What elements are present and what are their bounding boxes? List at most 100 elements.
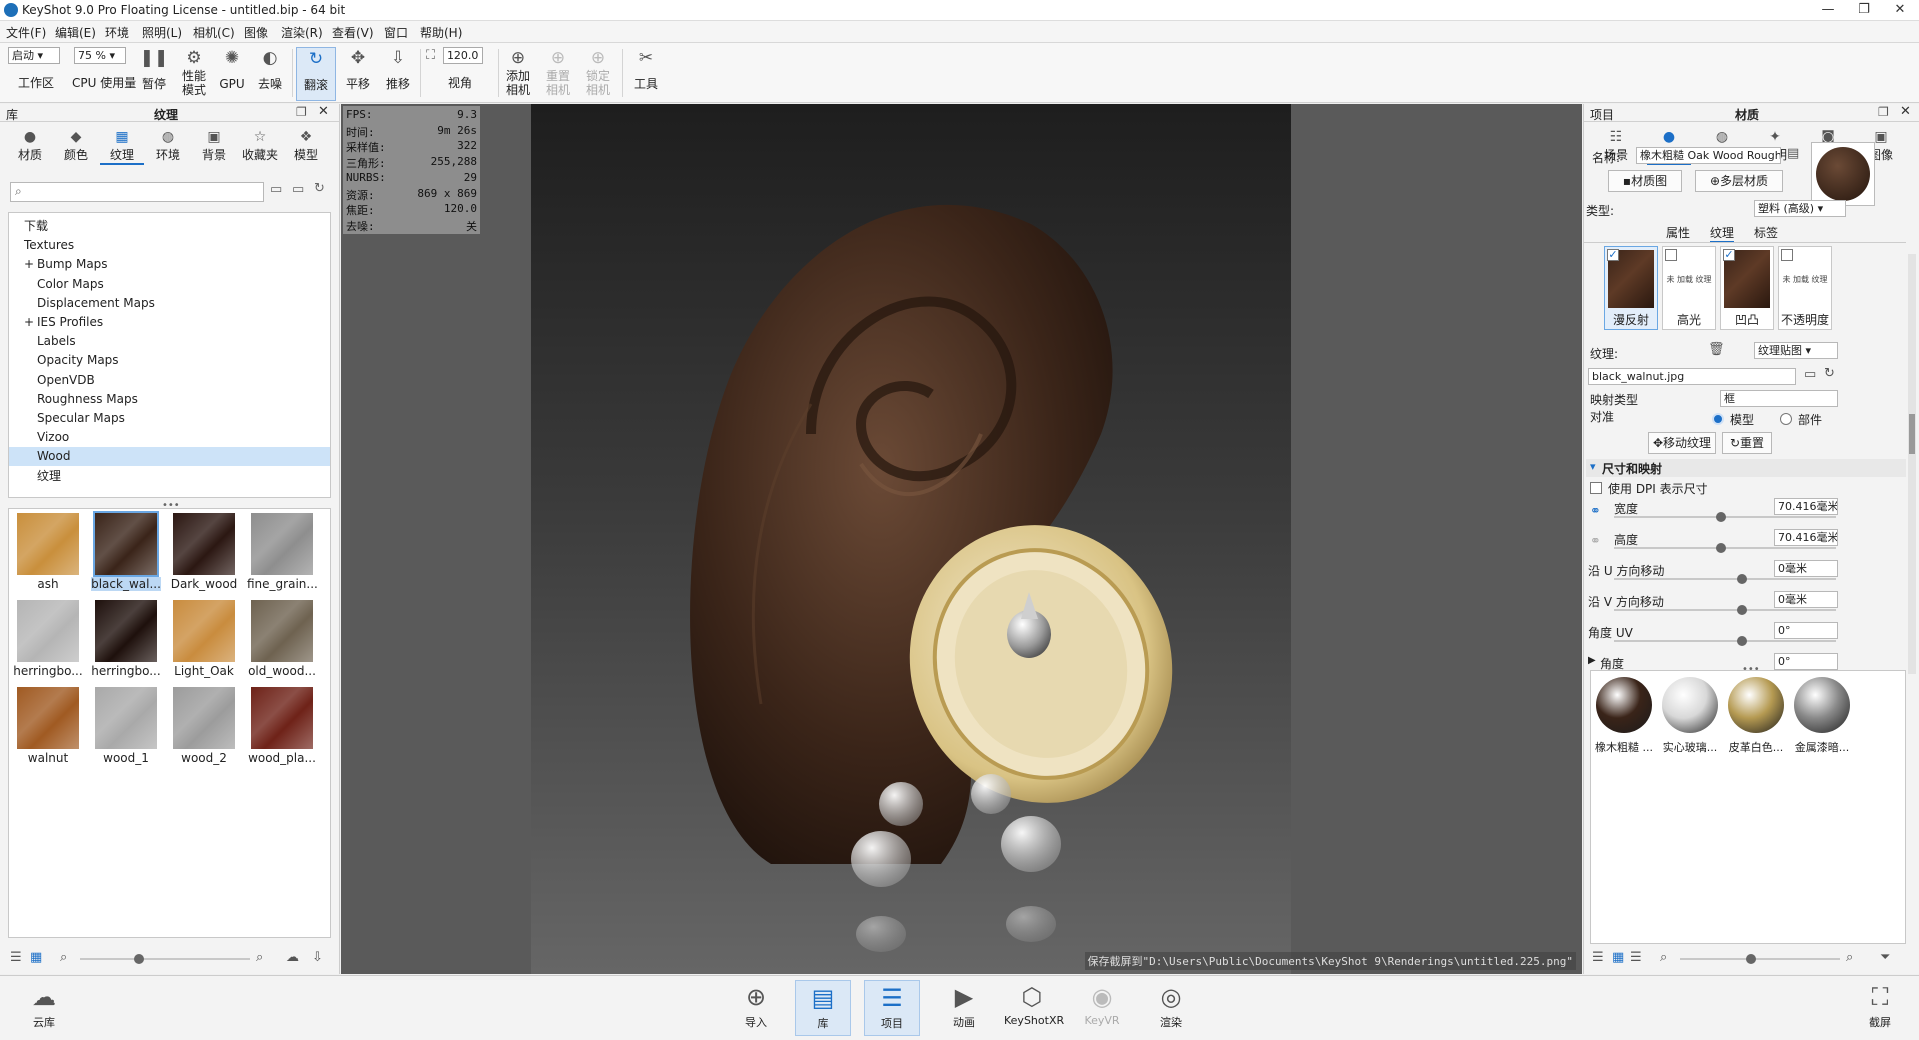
menu-camera[interactable]: 相机(C) xyxy=(193,24,235,41)
download-icon[interactable]: ⇩ xyxy=(312,950,323,965)
mapping-type-select[interactable]: 框 xyxy=(1720,390,1838,407)
subtab-textures[interactable]: 纹理 xyxy=(1710,224,1735,243)
angle-expand-icon[interactable]: ▶ xyxy=(1588,655,1596,666)
menu-help[interactable]: 帮助(H) xyxy=(420,24,462,41)
upload-icon[interactable]: ☁ xyxy=(286,950,299,965)
texture-thumbnail[interactable]: fine_grain... xyxy=(247,511,317,596)
tree-item[interactable]: Labels xyxy=(9,332,330,351)
texture-thumbnail[interactable]: herringbo... xyxy=(91,598,161,683)
texture-slot-checkbox[interactable]: ✓ xyxy=(1607,249,1619,261)
tools-button[interactable]: ✂ 工具 xyxy=(626,47,666,101)
texture-slot-checkbox[interactable]: ✓ xyxy=(1723,249,1735,261)
align-part-radio[interactable] xyxy=(1780,413,1792,425)
move-texture-button[interactable]: ✥移动纹理 xyxy=(1648,432,1716,454)
pause-button[interactable]: ❚❚ 暂停 xyxy=(134,47,174,101)
fov-input[interactable]: 120.0 xyxy=(442,47,483,64)
texture-type-select[interactable]: 纹理贴图 ▾ xyxy=(1754,342,1838,359)
zoom-in-icon[interactable]: ⌕ xyxy=(256,950,263,965)
cloud-library-button[interactable]: ☁ 云库 xyxy=(16,980,72,1036)
texture-thumbnail[interactable]: Light_Oak xyxy=(169,598,239,683)
use-dpi-checkbox[interactable] xyxy=(1590,482,1602,494)
folder-add-icon[interactable]: ▭ xyxy=(270,182,282,197)
tab-models[interactable]: ❖ 模型 xyxy=(284,128,328,163)
menu-window[interactable]: 窗口 xyxy=(384,24,408,41)
tab-backgrounds[interactable]: ▣ 背景 xyxy=(192,128,236,163)
tree-item[interactable]: Textures xyxy=(9,236,330,255)
height-slider[interactable] xyxy=(1614,543,1836,553)
tree-item[interactable]: Vizoo xyxy=(9,428,330,447)
subtab-labels[interactable]: 标签 xyxy=(1754,224,1778,241)
performance-mode-button[interactable]: ⚙ 性能 模式 xyxy=(174,47,214,101)
filter-icon[interactable]: ⏷ xyxy=(1880,950,1890,965)
workspace-select[interactable]: 启动 ▾ xyxy=(8,47,60,64)
tree-item[interactable]: + Bump Maps xyxy=(9,255,330,274)
texture-slot[interactable]: ✓ 凹凸 xyxy=(1720,246,1774,330)
menu-view[interactable]: 查看(V) xyxy=(332,24,374,41)
thumbnail-size-slider[interactable] xyxy=(80,954,250,964)
import-button[interactable]: ⊕ 导入 xyxy=(728,980,784,1036)
menu-render[interactable]: 渲染(R) xyxy=(281,24,323,41)
reset-texture-button[interactable]: ↻重置 xyxy=(1722,432,1772,454)
tree-item[interactable]: OpenVDB xyxy=(9,371,330,390)
tree-item[interactable]: Displacement Maps xyxy=(9,294,330,313)
texture-thumbnail[interactable]: old_wood... xyxy=(247,598,317,683)
uv-angle-slider[interactable] xyxy=(1614,636,1836,646)
slider-knob[interactable] xyxy=(134,954,144,964)
menu-image[interactable]: 图像 xyxy=(244,24,268,41)
shift-v-slider[interactable] xyxy=(1614,605,1836,615)
restore-button[interactable]: ❐ xyxy=(1846,0,1882,20)
animation-button[interactable]: ▶ 动画 xyxy=(936,980,992,1036)
material-size-slider[interactable] xyxy=(1680,954,1840,964)
tree-item[interactable]: Specular Maps xyxy=(9,409,330,428)
texture-thumbnail[interactable]: ash xyxy=(13,511,83,596)
height-input[interactable]: 70.416毫米 xyxy=(1774,529,1838,546)
close-button[interactable]: ✕ xyxy=(1882,0,1918,20)
tree-item[interactable]: Wood xyxy=(9,447,330,467)
gpu-button[interactable]: ✺ GPU xyxy=(212,47,252,101)
keyshotxr-button[interactable]: ⬡ KeyShotXR xyxy=(1004,980,1064,1036)
unlink-icon[interactable]: ⚭ xyxy=(1590,534,1601,549)
close-panel-icon[interactable]: ✕ xyxy=(1900,104,1911,119)
shift-u-slider[interactable] xyxy=(1614,574,1836,584)
lock-camera-button[interactable]: ⊕ 锁定 相机 xyxy=(578,47,618,101)
properties-scrollbar[interactable] xyxy=(1908,254,1916,674)
width-input[interactable]: 70.416毫米 xyxy=(1774,498,1838,515)
slider-knob[interactable] xyxy=(1737,605,1747,615)
multi-material-button[interactable]: ⊕多层材质 xyxy=(1695,170,1783,192)
keyvr-button[interactable]: ◉ KeyVR xyxy=(1074,980,1130,1036)
menu-lighting[interactable]: 照明(L) xyxy=(142,24,182,41)
pan-button[interactable]: ✥ 平移 xyxy=(338,47,378,101)
texture-thumbnail[interactable]: Dark_wood xyxy=(169,511,239,596)
zoom-in-icon[interactable]: ⌕ xyxy=(1846,950,1853,965)
library-search-input[interactable]: ⌕ xyxy=(10,182,264,202)
texture-file-input[interactable]: black_walnut.jpg xyxy=(1588,368,1796,385)
material-name-input[interactable]: 橡木粗糙 Oak Wood Rough xyxy=(1636,147,1781,164)
material-thumbnail[interactable]: 橡木粗糙 ... xyxy=(1593,675,1655,765)
tab-materials[interactable]: ● 材质 xyxy=(8,128,52,163)
cpu-usage-select[interactable]: 75 % ▾ xyxy=(74,47,126,64)
size-mapping-section[interactable]: ▾ 尺寸和映射 xyxy=(1586,459,1906,477)
align-model-radio[interactable] xyxy=(1712,413,1724,425)
tree-item[interactable]: + IES Profiles xyxy=(9,313,330,332)
slider-knob[interactable] xyxy=(1746,954,1756,964)
denoise-button[interactable]: ◐ 去噪 xyxy=(250,47,290,101)
menu-edit[interactable]: 编辑(E) xyxy=(55,24,96,41)
minimize-button[interactable]: — xyxy=(1810,0,1846,20)
grid-view-icon[interactable]: ▦ xyxy=(30,950,42,965)
menu-file[interactable]: 文件(F) xyxy=(6,24,46,41)
list-view-icon[interactable]: ☰ xyxy=(10,950,22,965)
scrollbar-thumb[interactable] xyxy=(1909,414,1915,454)
screenshot-button[interactable]: ⛶ 截屏 xyxy=(1852,980,1908,1036)
dolly-button[interactable]: ⇩ 推移 xyxy=(378,47,418,101)
shift-v-input[interactable]: 0毫米 xyxy=(1774,591,1838,608)
tree-item[interactable]: 纹理 xyxy=(9,467,330,486)
shift-u-input[interactable]: 0毫米 xyxy=(1774,560,1838,577)
subtab-properties[interactable]: 属性 xyxy=(1666,224,1690,241)
list-detail-icon[interactable]: ☰ xyxy=(1630,950,1642,965)
tab-colors[interactable]: ◆ 颜色 xyxy=(54,128,98,163)
texture-thumbnail[interactable]: wood_2 xyxy=(169,685,239,770)
tree-item[interactable]: 下载 xyxy=(9,217,330,236)
grid-view-icon[interactable]: ▦ xyxy=(1612,950,1624,965)
folder-open-icon[interactable]: ▭ xyxy=(292,182,304,197)
material-thumbnail[interactable]: 皮革白色... xyxy=(1725,675,1787,765)
